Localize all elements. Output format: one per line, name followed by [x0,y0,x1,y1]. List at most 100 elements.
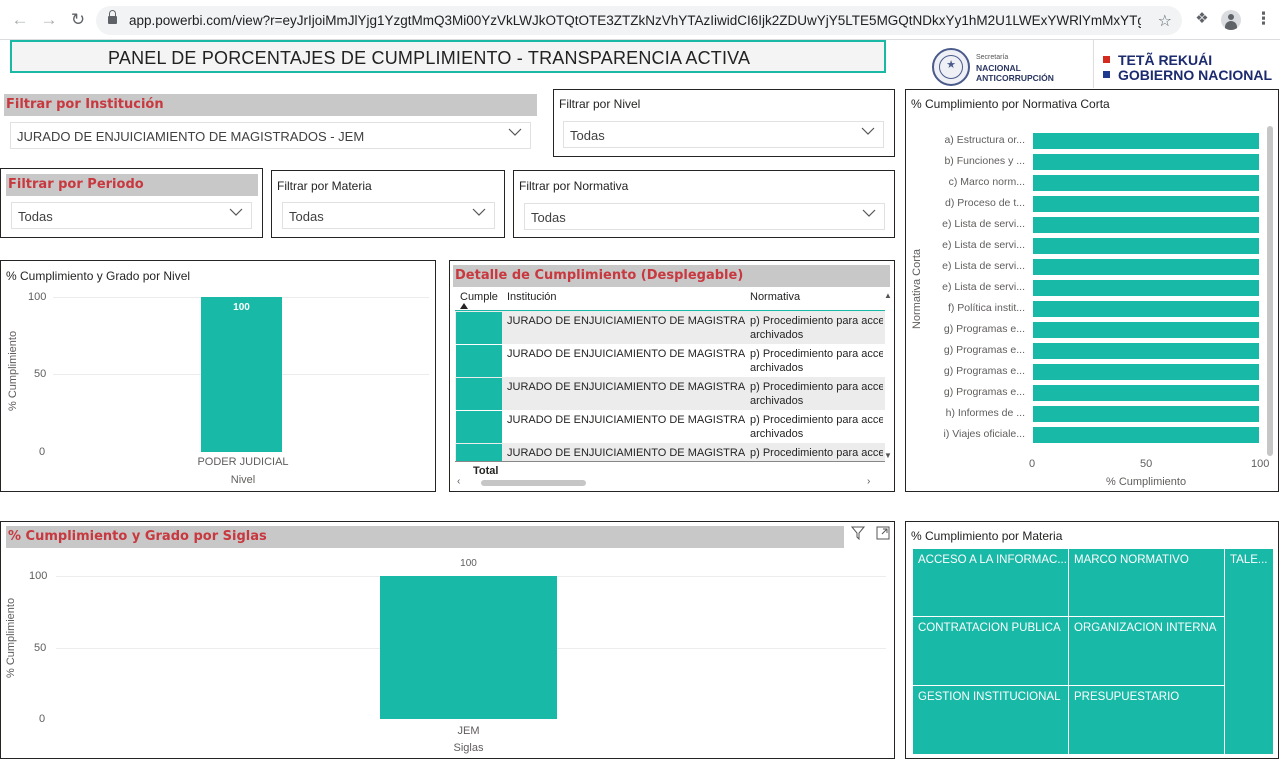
x-axis-label: Nivel [230,474,256,486]
y-category-label: c) Marco norm... [948,176,1025,188]
treemap-cell[interactable]: GESTION INSTITUCIONAL [912,685,1069,755]
normativa-bar[interactable] [1033,385,1259,401]
normativa-bar[interactable] [1033,427,1259,443]
forward-arrow-icon[interactable]: → [39,10,59,30]
column-header-institucion[interactable]: Institución [507,291,557,303]
kebab-menu-icon[interactable]: ⋮ [1255,9,1272,29]
treemap-cell-label: CONTRATACION PUBLICA [918,622,1061,634]
institucion-cell: JURADO DE ENJUICIAMIENTO DE MAGISTRADOS [507,447,745,459]
treemap-cell[interactable]: ORGANIZACION INTERNA [1068,616,1225,686]
lock-icon[interactable] [108,10,117,25]
sort-ascending-icon[interactable] [460,303,468,309]
normativa-bar[interactable] [1033,322,1259,338]
normativa-bar[interactable] [1033,406,1259,422]
address-bar[interactable]: app.powerbi.com/view?r=eyJrIjoiMmJlYjg1Y… [96,6,1182,35]
nivel-dropdown[interactable]: Todas [563,121,884,148]
institucion-dropdown[interactable]: JURADO DE ENJUICIAMIENTO DE MAGISTRADOS … [10,122,531,149]
reload-icon[interactable]: ↻ [68,10,88,30]
scroll-thumb[interactable] [481,480,586,486]
focus-mode-icon[interactable] [876,526,890,540]
column-header-cumple[interactable]: Cumple [460,291,498,303]
normativa-bar[interactable] [1033,364,1259,380]
normativa-bar[interactable] [1033,259,1259,275]
treemap-cell[interactable]: PRESUPUESTARIO [1068,685,1225,755]
table-row[interactable]: JURADO DE ENJUICIAMIENTO DE MAGISTRADOS p… [455,377,885,410]
chart-nivel-title: % Cumplimiento y Grado por Nivel [6,269,191,283]
treemap-cell[interactable]: CONTRATACION PUBLICA [912,616,1069,686]
filter-materia-label: Filtrar por Materia [277,179,372,193]
filter-periodo-label: Filtrar por Periodo [6,174,258,196]
horizontal-scrollbar[interactable]: ‹ › [455,476,883,488]
institucion-cell: JURADO DE ENJUICIAMIENTO DE MAGISTRADOS [507,381,745,393]
back-arrow-icon[interactable]: ← [10,10,30,30]
filter-normativa-label: Filtrar por Normativa [519,179,629,193]
table-row[interactable]: JURADO DE ENJUICIAMIENTO DE MAGISTRADOS p… [455,443,885,461]
y-tick-label: 100 [29,570,48,582]
url-text[interactable]: app.powerbi.com/view?r=eyJrIjoiMmJlYjg1Y… [129,13,1141,29]
y-category-label: b) Funciones y ... [944,155,1025,167]
normativa-bar[interactable] [1033,280,1259,296]
bar-jem[interactable] [380,576,557,719]
y-category-label: g) Programas e... [943,386,1025,398]
normativa-cell-cont: archivados [750,428,804,440]
normativa-bar[interactable] [1033,175,1259,191]
scroll-down-icon[interactable]: ▼ [884,451,892,460]
filter-periodo-panel: Filtrar por Periodo Todas [0,168,263,238]
treemap-cell[interactable]: ACCESO A LA INFORMAC... [912,548,1069,617]
scroll-right-icon[interactable]: › [867,476,870,487]
table-row[interactable]: JURADO DE ENJUICIAMIENTO DE MAGISTRADOS p… [455,410,885,443]
national-seal-icon: ★ [932,48,970,86]
chart-scrollbar[interactable] [1267,126,1273,456]
normativa-dropdown[interactable]: Todas [524,203,885,230]
bookmark-star-icon[interactable]: ☆ [1158,11,1172,31]
normativa-cell-cont: archivados [750,395,804,407]
normativa-bar[interactable] [1033,343,1259,359]
periodo-dropdown[interactable]: Todas [11,202,252,229]
chevron-down-icon [861,127,875,135]
normativa-cell: p) Procedimiento para acces [750,381,883,393]
report-title-box: PANEL DE PORCENTAJES DE CUMPLIMIENTO - T… [10,40,886,73]
y-category-label: f) Política instit... [947,302,1025,314]
treemap-materia-title: % Cumplimiento por Materia [911,529,1063,543]
table-row[interactable]: JURADO DE ENJUICIAMIENTO DE MAGISTRADOS p… [455,311,885,344]
filter-funnel-icon[interactable] [851,526,865,540]
bar-poder-judicial[interactable] [201,297,282,452]
treemap-cell-label: ORGANIZACION INTERNA [1074,622,1217,634]
normativa-bar[interactable] [1033,301,1259,317]
treemap-cell[interactable]: MARCO NORMATIVO [1068,548,1225,617]
filter-normativa-panel: Filtrar por Normativa Todas [513,170,895,238]
treemap-cell-label: TALE... [1230,554,1268,566]
normativa-bar[interactable] [1033,217,1259,233]
treemap-cell-label: ACCESO A LA INFORMAC... [918,554,1067,566]
normativa-bar[interactable] [1033,238,1259,254]
data-label: 100 [233,302,250,313]
senac-line1: NACIONAL [976,63,1021,73]
profile-avatar-icon[interactable] [1221,10,1241,30]
extensions-puzzle-icon[interactable]: ❖ [1194,11,1210,27]
x-tick-label: 100 [1251,458,1270,470]
table-row[interactable]: JURADO DE ENJUICIAMIENTO DE MAGISTRADOS p… [455,344,885,377]
normativa-bar[interactable] [1033,154,1259,170]
normativa-bar[interactable] [1033,133,1259,149]
gob-line1: TETÃ REKUÁI [1118,52,1213,68]
y-category-label: g) Programas e... [943,323,1025,335]
y-tick-label: 50 [34,368,47,380]
column-header-normativa[interactable]: Normativa [750,291,800,303]
treemap-cell[interactable]: TALE... [1224,548,1274,755]
y-category-label: h) Informes de ... [945,407,1025,419]
normativa-value: Todas [531,210,566,225]
materia-dropdown[interactable]: Todas [282,202,495,229]
report-title: PANEL DE PORCENTAJES DE CUMPLIMIENTO - T… [108,48,751,68]
chart-siglas-panel: % Cumplimiento y Grado por Siglas 100 50… [0,521,895,759]
vertical-scrollbar[interactable]: ▲ ▼ [883,291,893,461]
chevron-down-icon [862,209,876,217]
normativa-cell: p) Procedimiento para acces [750,348,883,360]
scroll-left-icon[interactable]: ‹ [457,476,460,487]
scroll-up-icon[interactable]: ▲ [884,291,892,300]
data-label: 100 [460,558,477,569]
senac-logo: ★ Secretaría NACIONAL ANTICORRUPCIÓN [928,44,1078,88]
normativa-bar[interactable] [1033,196,1259,212]
total-label: Total [473,465,499,477]
chevron-down-icon [229,208,243,216]
y-category-label: e) Lista de servi... [942,218,1025,230]
